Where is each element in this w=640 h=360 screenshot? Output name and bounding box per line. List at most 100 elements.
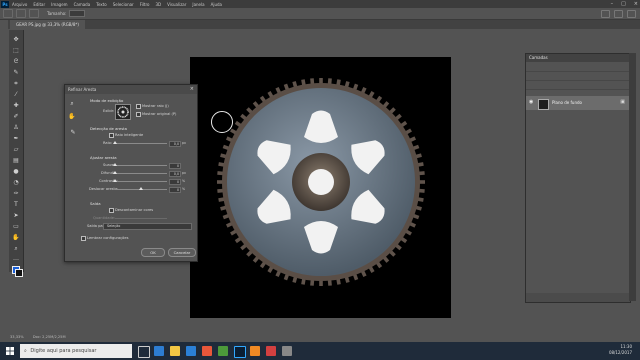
menu-type[interactable]: Texto	[96, 2, 107, 7]
illustrator-taskbar-icon[interactable]	[250, 346, 260, 356]
visibility-eye-icon[interactable]: ◉	[529, 99, 533, 105]
brush-size-icon[interactable]	[29, 9, 39, 18]
chrome-icon[interactable]	[218, 346, 228, 356]
radius-slider[interactable]	[113, 141, 167, 144]
smooth-value[interactable]: 0	[169, 163, 181, 169]
menu-select[interactable]: Selecionar	[113, 2, 134, 7]
lock-row[interactable]	[526, 81, 630, 90]
contrast-slider[interactable]	[113, 179, 167, 182]
output-header: Saída	[90, 201, 101, 206]
office-icon[interactable]	[202, 346, 212, 356]
close-icon[interactable]: ×	[634, 0, 638, 8]
view-mode-thumbnail[interactable]	[115, 104, 131, 120]
windows-start-icon[interactable]	[6, 347, 14, 355]
decontaminate-checkbox[interactable]	[109, 208, 114, 213]
output-to-select[interactable]: Seleção	[103, 223, 192, 230]
tool-preset-icon[interactable]	[3, 9, 13, 18]
minimize-icon[interactable]: –	[611, 0, 614, 8]
type-tool-icon[interactable]: T	[12, 201, 20, 209]
size-field[interactable]	[69, 10, 86, 17]
menu-3d[interactable]: 3D	[156, 2, 162, 7]
panel-collapse-bar[interactable]	[629, 53, 636, 301]
layers-panel-tab[interactable]: Camadas	[526, 54, 630, 62]
radius-value[interactable]: 0,0	[169, 141, 181, 147]
menu-view[interactable]: Visualizar	[167, 2, 186, 7]
show-radius-checkbox[interactable]	[136, 104, 141, 109]
blur-tool-icon[interactable]: ●	[12, 168, 20, 176]
history-brush-tool-icon[interactable]: ✒	[12, 135, 20, 143]
shift-edge-slider[interactable]	[115, 187, 167, 190]
refine-radius-brush-icon[interactable]: ✎	[69, 129, 77, 137]
contrast-value[interactable]: 0	[169, 179, 181, 185]
options-bar: Tamanho:	[0, 8, 640, 20]
maximize-icon[interactable]: □	[621, 0, 626, 8]
workspace-icon[interactable]	[614, 10, 623, 18]
layer-filter-row[interactable]	[526, 63, 630, 72]
hand-icon[interactable]: ✋	[68, 113, 76, 121]
eyedropper-tool-icon[interactable]: ⁄	[12, 91, 20, 99]
smooth-slider-knob[interactable]	[113, 163, 117, 166]
marquee-tool-icon[interactable]: ⬚	[12, 47, 20, 55]
brush-tool-icon[interactable]: ✐	[12, 113, 20, 121]
background-color-swatch[interactable]	[15, 269, 23, 277]
taskbar-search[interactable]: ⌕ Digite aqui para pesquisar	[20, 344, 132, 358]
smart-radius-label: Raio inteligente	[115, 133, 144, 137]
gradient-tool-icon[interactable]: ▤	[12, 157, 20, 165]
radius-slider-knob[interactable]	[113, 141, 117, 144]
menu-filter[interactable]: Filtro	[140, 2, 150, 7]
clone-stamp-tool-icon[interactable]: ♙	[12, 124, 20, 132]
menu-file[interactable]: Arquivo	[12, 2, 27, 7]
search-icon[interactable]	[601, 10, 610, 18]
smart-radius-checkbox[interactable]	[109, 133, 114, 138]
zoom-icon[interactable]: ⌕	[68, 100, 76, 108]
quick-selection-tool-icon[interactable]: ✎	[12, 69, 20, 77]
remember-settings-checkbox[interactable]	[81, 236, 86, 241]
smooth-slider[interactable]	[113, 163, 167, 166]
feather-value[interactable]: 0,0	[169, 171, 181, 177]
crop-tool-icon[interactable]: ⌗	[12, 80, 20, 88]
menu-edit[interactable]: Editar	[33, 2, 45, 7]
lasso-tool-icon[interactable]: ᘓ	[12, 58, 20, 66]
hand-tool-icon[interactable]: ✋	[12, 234, 20, 242]
edge-browser-icon[interactable]	[154, 346, 164, 356]
gear-thumbnail-icon	[117, 106, 129, 118]
document-tab[interactable]: GEAR PS.jpg @ 33,3% (RGB/8*)	[10, 20, 85, 29]
file-explorer-icon[interactable]	[170, 346, 180, 356]
brush-mode-icon[interactable]	[16, 9, 26, 18]
more-tools-icon[interactable]: …	[12, 255, 20, 263]
layer-row-background[interactable]: ◉ Plano de fundo ▣	[526, 96, 630, 110]
shift-edge-slider-knob[interactable]	[139, 187, 143, 190]
pen-tool-icon[interactable]: ✑	[12, 190, 20, 198]
move-tool-icon[interactable]: ✥	[12, 36, 20, 44]
cancel-button[interactable]: Cancelar	[168, 248, 196, 257]
dodge-tool-icon[interactable]: ◔	[12, 179, 20, 187]
photoshop-taskbar-icon[interactable]	[234, 346, 246, 358]
media-app-icon[interactable]	[266, 346, 276, 356]
close-icon[interactable]: ×	[190, 85, 194, 94]
show-original-checkbox[interactable]	[136, 112, 141, 117]
share-icon[interactable]	[627, 10, 636, 18]
contrast-slider-knob[interactable]	[113, 179, 117, 182]
shift-edge-value[interactable]: 0	[169, 187, 181, 193]
blend-mode-row[interactable]	[526, 72, 630, 81]
store-icon[interactable]	[186, 346, 196, 356]
system-clock[interactable]: 11:30 08/12/2017	[609, 344, 632, 356]
feather-slider[interactable]	[113, 171, 167, 174]
path-selection-tool-icon[interactable]: ➤	[12, 212, 20, 220]
menu-image[interactable]: Imagem	[51, 2, 67, 7]
feather-slider-knob[interactable]	[113, 171, 117, 174]
dialog-titlebar[interactable]: Refinar Aresta ×	[65, 85, 197, 94]
zoom-level[interactable]: 33,33%	[10, 335, 24, 339]
shape-tool-icon[interactable]: ▭	[12, 223, 20, 231]
menu-layer[interactable]: Camada	[74, 2, 91, 7]
task-view-icon[interactable]	[138, 346, 150, 358]
document-canvas[interactable]	[190, 57, 451, 318]
menu-window[interactable]: Janela	[192, 2, 204, 7]
menu-help[interactable]: Ajuda	[211, 2, 222, 7]
ok-button[interactable]: OK	[141, 248, 165, 257]
layers-tab-label: Camadas	[529, 55, 548, 60]
eraser-tool-icon[interactable]: ▱	[12, 146, 20, 154]
healing-tool-icon[interactable]: ✚	[12, 102, 20, 110]
zoom-tool-icon[interactable]: ⌕	[12, 245, 20, 253]
app-icon[interactable]	[282, 346, 292, 356]
